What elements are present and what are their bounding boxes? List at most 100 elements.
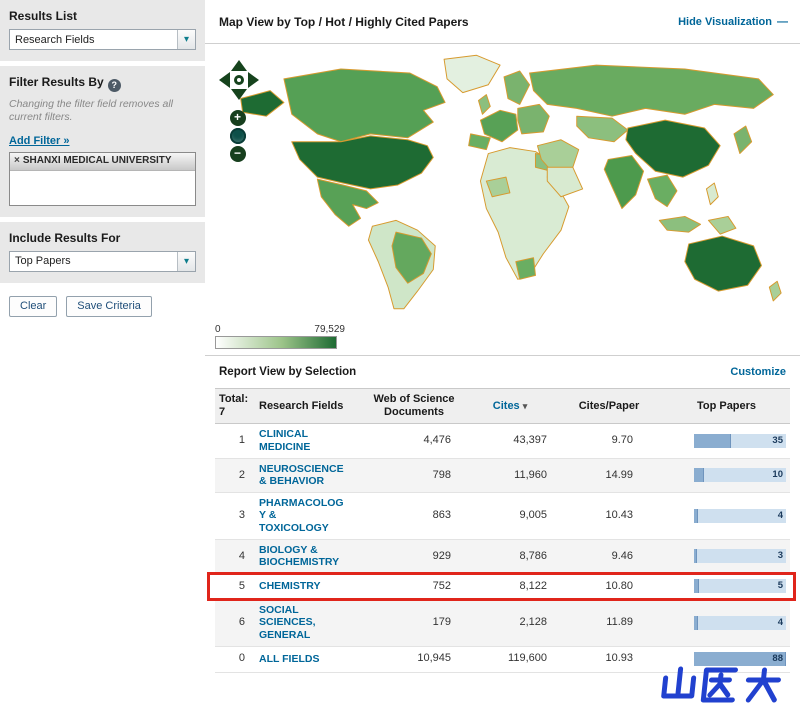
- help-icon[interactable]: ?: [107, 78, 121, 92]
- map-country-russia[interactable]: [529, 64, 774, 117]
- map-region-scandinavia[interactable]: [503, 70, 531, 105]
- top-papers-value: 5: [777, 580, 783, 592]
- cites-value: 119,600: [508, 652, 547, 665]
- report-view-title: Report View by Selection: [219, 366, 357, 378]
- customize-link[interactable]: Customize: [730, 366, 786, 378]
- cites-header-label: Cites: [492, 399, 520, 412]
- map-view-title: Map View by Top / Hot / Highly Cited Pap…: [219, 14, 469, 29]
- research-field-link[interactable]: BIOLOGY & BIOCHEMISTRY: [259, 544, 345, 569]
- globe-icon[interactable]: [229, 128, 246, 144]
- documents-value: 4,476: [423, 434, 451, 447]
- results-list-label: Results List: [9, 9, 78, 23]
- map-country-spain[interactable]: [468, 133, 491, 151]
- map-country-uk[interactable]: [477, 94, 491, 115]
- map-country-canada[interactable]: [283, 68, 446, 143]
- research-field-link[interactable]: CLINICAL MEDICINE: [259, 428, 345, 453]
- map-country-greenland[interactable]: [443, 54, 501, 94]
- cites-value: 11,960: [514, 468, 547, 481]
- column-header-research-fields: Research Fields: [259, 399, 344, 412]
- row-rank: 4: [238, 549, 245, 562]
- filter-section: Filter Results By? Changing the filter f…: [0, 66, 205, 217]
- research-field-link[interactable]: PHARMACOLOGY & TOXICOLOGY: [259, 497, 345, 535]
- legend-gradient-bar: [215, 336, 337, 349]
- zoom-in-button[interactable]: +: [229, 110, 246, 126]
- pan-down-icon[interactable]: [231, 89, 247, 100]
- documents-value: 752: [432, 579, 451, 592]
- map-country-japan[interactable]: [733, 125, 753, 155]
- column-header-cites[interactable]: Cites ▾: [465, 400, 555, 413]
- watermark-logo: [661, 666, 781, 703]
- collapse-icon: —: [777, 15, 788, 28]
- pan-right-icon[interactable]: [248, 72, 259, 88]
- pan-left-icon[interactable]: [219, 72, 230, 88]
- hide-visualization-link[interactable]: Hide Visualization —: [678, 16, 788, 28]
- table-row-chemistry-highlighted: 5 CHEMISTRY 752 8,122 10.80 5: [207, 571, 796, 601]
- sort-desc-icon: ▾: [522, 400, 528, 411]
- map-country-south-africa[interactable]: [515, 257, 536, 280]
- results-list-dropdown[interactable]: Research Fields ▾: [9, 29, 196, 50]
- cites-value: 8,786: [519, 549, 547, 562]
- map-region-indonesia-east[interactable]: [707, 215, 737, 235]
- map-country-usa[interactable]: [291, 135, 434, 190]
- top-papers-bar-fill: [694, 579, 700, 594]
- map-country-australia[interactable]: [684, 235, 762, 292]
- research-field-link[interactable]: ALL FIELDS: [259, 653, 345, 666]
- clear-button[interactable]: Clear: [9, 295, 58, 317]
- include-results-dropdown[interactable]: Top Papers ▾: [9, 250, 196, 272]
- world-choropleth-map[interactable]: [223, 48, 788, 320]
- cites-value: 2,128: [519, 616, 547, 629]
- save-criteria-button[interactable]: Save Criteria: [66, 295, 152, 317]
- filter-label-text: Filter Results By: [9, 75, 104, 89]
- total-label: Total:: [219, 393, 249, 405]
- top-papers-value: 88: [772, 653, 783, 664]
- filter-section-label: Filter Results By?: [9, 75, 196, 92]
- sidebar-buttons: Clear Save Criteria: [0, 287, 205, 317]
- include-results-label: Include Results For: [9, 230, 121, 245]
- include-results-dropdown-value: Top Papers: [15, 255, 71, 268]
- active-filter-item[interactable]: × SHANXI MEDICAL UNIVERSITY: [10, 152, 195, 172]
- column-header-top-papers: Top Papers: [696, 399, 757, 412]
- map-country-india[interactable]: [603, 155, 645, 210]
- remove-filter-icon[interactable]: ×: [14, 155, 20, 166]
- map-region-indonesia[interactable]: [658, 215, 702, 233]
- top-papers-value: 4: [777, 616, 783, 628]
- cites-per-paper-value: 10.43: [605, 509, 633, 522]
- main-content: Map View by Top / Hot / Highly Cited Pap…: [205, 0, 800, 722]
- table-row: 1 CLINICAL MEDICINE 4,476 43,397 9.70 35: [215, 424, 790, 459]
- table-header-row: Total: 7 Research Fields Web of Science …: [215, 388, 790, 425]
- cites-per-paper-value: 10.80: [605, 579, 633, 592]
- top-papers-bar-fill: [694, 549, 698, 564]
- active-filter-list: × SHANXI MEDICAL UNIVERSITY: [9, 151, 196, 206]
- research-field-link[interactable]: CHEMISTRY: [259, 580, 345, 593]
- map-pan-control: [219, 60, 259, 100]
- results-list-section: Results List Research Fields ▾: [0, 0, 205, 61]
- legend-max-label: 79,529: [314, 324, 345, 335]
- pan-center-icon[interactable]: [234, 75, 244, 85]
- zoom-out-button[interactable]: −: [229, 146, 246, 162]
- map-region-east-europe[interactable]: [517, 103, 550, 135]
- research-field-link[interactable]: NEUROSCIENCE & BEHAVIOR: [259, 463, 345, 488]
- cites-per-paper-value: 14.99: [605, 468, 633, 481]
- total-value: 7: [219, 406, 226, 419]
- documents-value: 929: [432, 549, 451, 562]
- table-row: 3 PHARMACOLOGY & TOXICOLOGY 863 9,005 10…: [215, 493, 790, 540]
- documents-value: 179: [432, 616, 451, 629]
- top-papers-bar: 4: [694, 508, 786, 523]
- cites-per-paper-value: 9.70: [611, 434, 633, 447]
- map-country-new-zealand[interactable]: [768, 280, 782, 302]
- add-filter-link[interactable]: Add Filter »: [9, 135, 70, 147]
- results-list-dropdown-value: Research Fields: [15, 33, 95, 46]
- chevron-down-icon[interactable]: ▾: [177, 251, 195, 271]
- chevron-down-icon[interactable]: ▾: [177, 30, 195, 49]
- map-country-philippines[interactable]: [705, 182, 719, 206]
- include-results-section: Include Results For Top Papers ▾: [0, 221, 205, 283]
- cites-per-paper-value: 11.89: [606, 616, 633, 629]
- map-region-central-asia[interactable]: [576, 115, 629, 143]
- research-field-link[interactable]: SOCIAL SCIENCES, GENERAL: [259, 604, 345, 642]
- row-rank: 5: [238, 579, 245, 592]
- column-header-cites-per-paper: Cites/Paper: [578, 399, 640, 412]
- table-row: 6 SOCIAL SCIENCES, GENERAL 179 2,128 11.…: [215, 599, 790, 647]
- pan-up-icon[interactable]: [231, 60, 247, 71]
- map-region-se-asia[interactable]: [646, 174, 678, 208]
- row-rank: 1: [238, 434, 245, 447]
